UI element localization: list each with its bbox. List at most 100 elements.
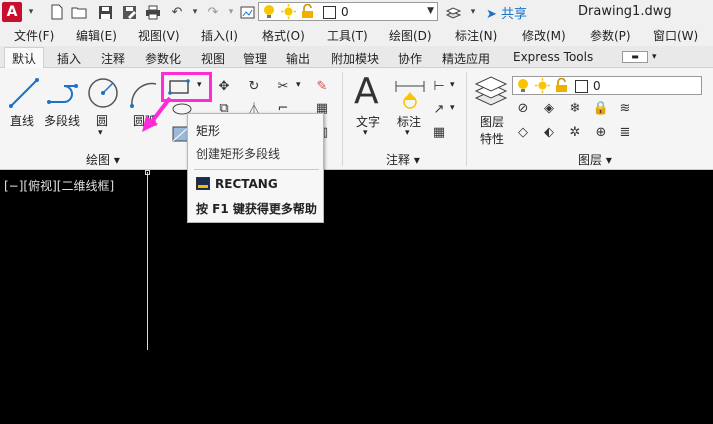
- text-dropdown-icon[interactable]: ▾: [363, 128, 368, 138]
- new-file-icon[interactable]: [48, 3, 66, 21]
- layer-unlock-icon[interactable]: ⊕: [592, 124, 610, 140]
- share-button[interactable]: ➤ 共享: [486, 3, 527, 22]
- layer-dropdown[interactable]: 0 ▼: [258, 2, 438, 21]
- chevron-down-icon[interactable]: ▼: [427, 6, 434, 16]
- tab-manage[interactable]: 管理: [243, 50, 267, 67]
- menu-insert[interactable]: 插入(I): [201, 27, 238, 44]
- linear-dimension-dropdown-icon[interactable]: ▾: [450, 80, 455, 90]
- lock-icon[interactable]: [555, 77, 568, 96]
- layer-freeze-icon[interactable]: ❄: [566, 100, 584, 116]
- menu-modify[interactable]: 修改(M): [522, 27, 566, 44]
- pointer-arrow-icon: [140, 94, 176, 137]
- tooltip-divider: [194, 169, 319, 170]
- layer-properties-icon[interactable]: [474, 76, 508, 111]
- ribbon-tab-bar: 默认 插入 注释 参数化 视图 管理 输出 附加模块 协作 精选应用 Expre…: [0, 46, 713, 68]
- menu-view[interactable]: 视图(V): [138, 27, 180, 44]
- sun-icon[interactable]: [281, 4, 296, 22]
- document-title: Drawing1.dwg: [578, 4, 672, 19]
- layer-merge-icon[interactable]: ≣: [616, 124, 634, 140]
- erase-icon[interactable]: ✎: [313, 78, 331, 94]
- menu-format[interactable]: 格式(O): [262, 27, 305, 44]
- sun-icon[interactable]: [535, 78, 550, 96]
- save-icon[interactable]: [96, 3, 114, 21]
- app-logo-icon[interactable]: A: [2, 2, 22, 22]
- circle-icon[interactable]: [86, 76, 120, 113]
- layer-color-swatch: [323, 6, 336, 19]
- polyline-icon[interactable]: [46, 76, 80, 113]
- crosshair-cursor: [147, 172, 148, 350]
- tab-addins[interactable]: 附加模块: [331, 50, 379, 67]
- print-icon[interactable]: [144, 3, 162, 21]
- trim-icon[interactable]: ✂: [274, 78, 292, 94]
- tab-collaborate[interactable]: 协作: [398, 50, 422, 67]
- tab-express-tools[interactable]: Express Tools: [513, 50, 593, 64]
- lock-icon[interactable]: [301, 3, 314, 22]
- tab-output[interactable]: 输出: [286, 50, 310, 67]
- lightbulb-icon[interactable]: [517, 78, 529, 96]
- ribbon-options-chevron-icon[interactable]: ▾: [652, 52, 657, 62]
- tab-annotate[interactable]: 注释: [101, 50, 125, 67]
- tab-default[interactable]: 默认: [12, 50, 36, 67]
- layers-panel-title[interactable]: 图层 ▾: [578, 151, 612, 168]
- panel-separator: [466, 72, 467, 166]
- app-menu-dropdown-icon[interactable]: ▾: [22, 3, 40, 21]
- open-folder-icon[interactable]: [70, 3, 88, 21]
- draw-panel-title[interactable]: 绘图 ▾: [86, 151, 120, 168]
- layer-match-icon[interactable]: ⬖: [540, 124, 558, 140]
- quick-access-customize-icon[interactable]: ▾: [464, 3, 482, 21]
- move-icon[interactable]: ✥: [215, 78, 233, 94]
- layer-walk-icon[interactable]: ≋: [616, 100, 634, 116]
- share-icon: ➤: [486, 7, 497, 22]
- menu-file[interactable]: 文件(F): [14, 27, 54, 44]
- menu-dimension[interactable]: 标注(N): [455, 27, 497, 44]
- title-bar: A ▾ ↶ ▾ ↷ ▾ 0 ▼ ▾ ➤ 共享 Drawing1.dwg: [0, 0, 713, 24]
- circle-dropdown-icon[interactable]: ▾: [98, 128, 103, 138]
- linear-dimension-icon[interactable]: ⊢: [430, 78, 448, 94]
- lightbulb-icon[interactable]: [263, 4, 275, 22]
- menu-window[interactable]: 窗口(W): [653, 27, 698, 44]
- layer-name: 0: [593, 79, 601, 93]
- menu-tools[interactable]: 工具(T): [327, 27, 368, 44]
- tab-view[interactable]: 视图: [201, 50, 225, 67]
- menu-edit[interactable]: 编辑(E): [76, 27, 117, 44]
- rotate-icon[interactable]: ↻: [245, 78, 263, 94]
- layer-properties-dropdown[interactable]: 0: [512, 76, 702, 95]
- tab-featured-apps[interactable]: 精选应用: [442, 50, 490, 67]
- layer-thaw-icon[interactable]: ✲: [566, 124, 584, 140]
- tooltip-description: 创建矩形多段线: [196, 147, 281, 161]
- text-icon[interactable]: A: [354, 71, 379, 112]
- undo-icon[interactable]: ↶: [168, 3, 186, 21]
- layer-properties-label-1[interactable]: 图层: [480, 113, 504, 130]
- redo-icon[interactable]: ↷: [204, 3, 222, 21]
- layer-match-icon[interactable]: [444, 3, 462, 21]
- dimension-icon[interactable]: [394, 78, 426, 113]
- dimension-dropdown-icon[interactable]: ▾: [405, 128, 410, 138]
- tooltip-command: RECTANG: [215, 177, 278, 191]
- save-as-icon[interactable]: [120, 3, 138, 21]
- layer-properties-label-2[interactable]: 特性: [480, 130, 504, 147]
- leader-dropdown-icon[interactable]: ▾: [450, 103, 455, 113]
- undo-dropdown-icon[interactable]: ▾: [186, 3, 204, 21]
- layer-lock-icon[interactable]: 🔒: [592, 100, 610, 116]
- ribbon-minimize-button[interactable]: ▬: [622, 51, 648, 63]
- tab-parametric[interactable]: 参数化: [145, 50, 181, 67]
- circle-button[interactable]: 圆: [96, 112, 108, 129]
- menu-parametric[interactable]: 参数(P): [590, 27, 631, 44]
- viewport-controls-label[interactable]: [−][俯视][二维线框]: [4, 177, 114, 194]
- leader-icon[interactable]: ↗: [430, 101, 448, 117]
- layer-isolate-icon[interactable]: ◈: [540, 100, 558, 116]
- layer-current-icon[interactable]: ◇: [514, 124, 532, 140]
- line-button[interactable]: 直线: [10, 112, 34, 129]
- trim-dropdown-icon[interactable]: ▾: [296, 80, 301, 90]
- text-button[interactable]: 文字: [356, 113, 380, 130]
- line-icon[interactable]: [8, 76, 40, 113]
- layer-off-icon[interactable]: ⊘: [514, 100, 532, 116]
- menu-draw[interactable]: 绘图(D): [389, 27, 432, 44]
- tooltip-title: 矩形: [196, 124, 221, 138]
- rectangle-tooltip: 矩形 创建矩形多段线 RECTANG 按 F1 键获得更多帮助: [187, 113, 324, 223]
- annotation-panel-title[interactable]: 注释 ▾: [386, 151, 420, 168]
- tab-insert[interactable]: 插入: [57, 50, 81, 67]
- plot-icon[interactable]: [238, 3, 256, 21]
- polyline-button[interactable]: 多段线: [44, 112, 80, 129]
- table-icon[interactable]: ▦: [430, 124, 448, 140]
